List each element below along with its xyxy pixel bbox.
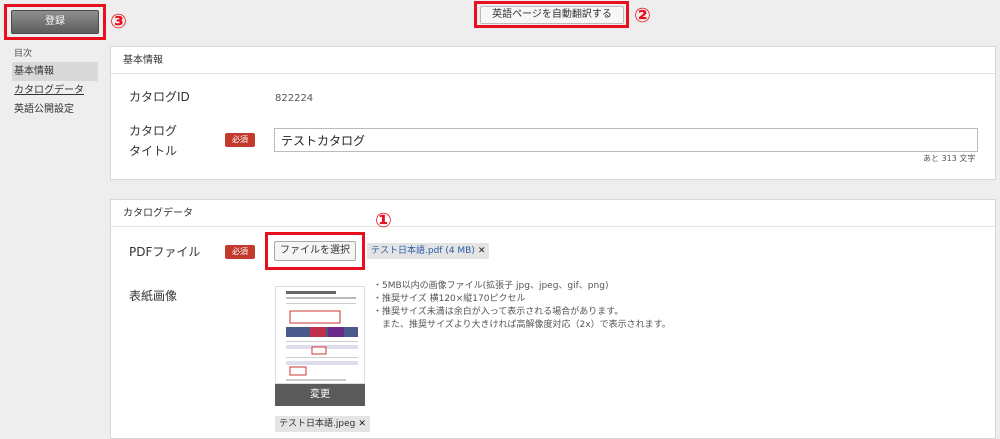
catalog-title-label: カタログ タイトル (129, 121, 177, 161)
remove-cover-icon[interactable]: ✕ (358, 419, 366, 429)
remove-pdf-icon[interactable]: ✕ (478, 246, 486, 256)
sidebar-item-catalog-data[interactable]: カタログデータ (12, 81, 98, 100)
note-line: また、推奨サイズより大きければ高解像度対応（2x）で表示されます。 (373, 320, 671, 330)
catalog-data-panel: カタログデータ PDFファイル 必須 ファイルを選択 ① テスト日本語.pdf … (110, 199, 996, 439)
note-line: ・推奨サイズ未満は余白が入って表示される場合があります。 (373, 307, 624, 317)
catalog-id-label: カタログID (129, 90, 190, 104)
chars-remaining: あと 313 文字 (923, 154, 976, 163)
cover-thumbnail (275, 286, 365, 384)
sidebar-toc: 目次 基本情報 カタログデータ 英語公開設定 (12, 46, 98, 119)
cover-image-label: 表紙画像 (129, 289, 178, 303)
file-select-button[interactable]: ファイルを選択 (274, 241, 356, 261)
cover-file-name: テスト日本語.jpeg (279, 419, 356, 429)
sidebar-heading: 目次 (14, 49, 33, 59)
change-cover-label: 変更 (310, 389, 330, 400)
catalog-title-label-line2: タイトル (129, 144, 178, 158)
catalog-id-value: 822224 (275, 93, 314, 104)
basic-info-title: 基本情報 (111, 47, 995, 74)
catalog-title-input[interactable] (274, 128, 978, 152)
auto-translate-button[interactable]: 英語ページを自動翻訳する (480, 6, 624, 24)
cover-file-tag: テスト日本語.jpeg ✕ (275, 416, 370, 432)
pdf-file-label: PDFファイル (129, 245, 201, 259)
change-cover-button[interactable]: 変更 (275, 384, 365, 406)
required-badge: 必須 (225, 133, 255, 147)
annotation-one: ① (375, 208, 392, 232)
annotation-two: ② (634, 3, 651, 27)
pdf-file-name: テスト日本語.pdf (4 MB) (371, 246, 475, 256)
annotation-three: ③ (110, 9, 127, 33)
pdf-file-tag: テスト日本語.pdf (4 MB) ✕ (367, 243, 490, 259)
required-badge: 必須 (225, 245, 255, 259)
sidebar-item-basic-info[interactable]: 基本情報 (12, 62, 98, 81)
cover-preview-image (276, 287, 364, 383)
note-line: ・推奨サイズ 横120×縦170ピクセル (373, 294, 526, 304)
register-button[interactable]: 登録 (11, 10, 99, 34)
catalog-title-label-line1: カタログ (129, 124, 178, 138)
basic-info-panel: 基本情報 カタログID 822224 カタログ タイトル 必須 あと 313 文… (110, 46, 996, 180)
cover-image-notes: ・5MB以内の画像ファイル(拡張子 jpg、jpeg、gif、png) ・推奨サ… (373, 280, 671, 332)
note-line: ・5MB以内の画像ファイル(拡張子 jpg、jpeg、gif、png) (373, 281, 609, 291)
catalog-data-title: カタログデータ (111, 200, 995, 227)
sidebar-item-english-settings[interactable]: 英語公開設定 (12, 100, 98, 119)
